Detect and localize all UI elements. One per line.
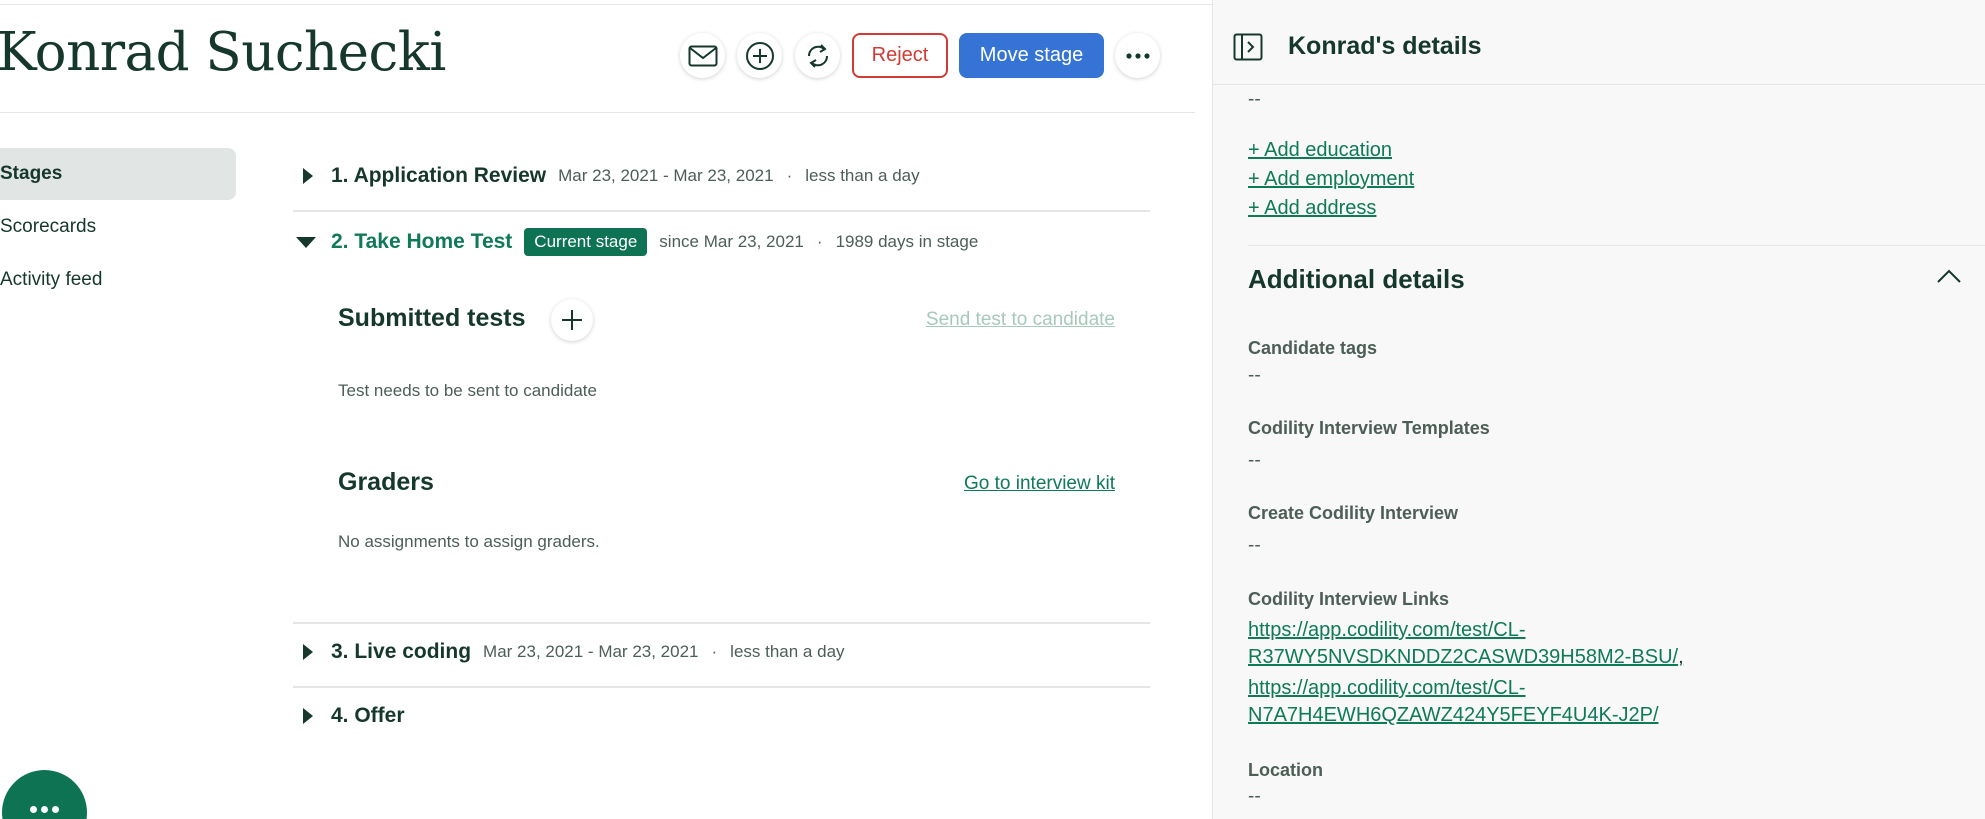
transfer-button[interactable] [795, 33, 840, 78]
interview-templates-label: Codility Interview Templates [1248, 418, 1490, 438]
mail-icon [688, 45, 717, 66]
chat-icon [28, 800, 61, 819]
nav-item-scorecards[interactable]: Scorecards [0, 201, 236, 253]
add-address-link[interactable]: + Add address [1248, 197, 1376, 220]
email-button[interactable] [680, 33, 725, 78]
details-panel-header: Konrad's details [1213, 5, 1985, 85]
add-test-button[interactable] [551, 299, 593, 341]
stage-dates: Mar 23, 2021 - Mar 23, 2021 [483, 642, 699, 661]
expand-stage-button[interactable] [293, 166, 319, 186]
more-icon [1125, 52, 1150, 59]
stage-row-live-coding: 3. Live coding Mar 23, 2021 - Mar 23, 20… [293, 640, 1149, 664]
graders-title: Graders [338, 468, 434, 496]
stage-duration: less than a day [730, 642, 845, 661]
send-test-link[interactable]: Send test to candidate [926, 309, 1115, 331]
stage-title[interactable]: 4. Offer [331, 704, 405, 728]
expand-stage-button[interactable] [293, 642, 319, 662]
stage-divider [293, 210, 1150, 212]
stage-title[interactable]: 3. Live coding [331, 640, 471, 664]
interview-templates-value: -- [1248, 450, 1261, 471]
submitted-tests-title: Submitted tests [338, 304, 526, 332]
add-education-link[interactable]: + Add education [1248, 139, 1392, 162]
stage-row-application-review: 1. Application Review Mar 23, 2021 - Mar… [293, 164, 1149, 188]
stage-row-offer: 4. Offer [293, 704, 1149, 728]
interview-link-2-line1: https://app.codility.com/test/CL- [1248, 677, 1526, 699]
panel-divider [1248, 245, 1985, 246]
caret-down-icon [296, 237, 316, 248]
nav-item-label: Activity feed [0, 269, 103, 290]
stage-title[interactable]: 2. Take Home Test [331, 230, 512, 254]
nav-item-label: Scorecards [0, 216, 97, 237]
candidate-main: Konrad Suchecki Reject Move stage Stages… [0, 0, 1212, 819]
stage-row-take-home-test: 2. Take Home Test Current stage since Ma… [293, 228, 1149, 256]
candidate-tags-label: Candidate tags [1248, 338, 1378, 358]
move-stage-button[interactable]: Move stage [959, 33, 1104, 78]
meta-separator: · [711, 642, 718, 661]
details-panel-title: Konrad's details [1288, 32, 1482, 60]
panel-collapse-icon[interactable] [1233, 33, 1263, 61]
current-stage-badge: Current stage [524, 228, 648, 256]
header-divider [0, 112, 1195, 113]
chat-button[interactable] [2, 770, 87, 819]
meta-separator: · [786, 166, 793, 185]
stage-title[interactable]: 1. Application Review [331, 164, 546, 188]
caret-right-icon [303, 644, 313, 660]
candidate-tags-value: -- [1248, 365, 1261, 386]
interview-link-1[interactable]: https://app.codility.com/test/CL- R37WY5… [1248, 619, 1684, 669]
graders-status-text: No assignments to assign graders. [338, 532, 600, 551]
previous-field-value: -- [1248, 89, 1261, 110]
refresh-icon [807, 43, 828, 68]
interview-link-2[interactable]: https://app.codility.com/test/CL- N7A7H4… [1248, 677, 1659, 727]
stage-dates: Mar 23, 2021 - Mar 23, 2021 [558, 166, 774, 185]
more-options-button[interactable] [1115, 33, 1160, 78]
stage-dates: since Mar 23, 2021 [659, 232, 804, 251]
stage-divider [293, 686, 1150, 688]
nav-item-label: Stages [0, 163, 63, 184]
caret-right-icon [303, 168, 313, 184]
plus-icon [562, 310, 582, 330]
chevron-up-icon[interactable] [1936, 267, 1962, 285]
reject-button[interactable]: Reject [852, 33, 948, 78]
stage-duration: less than a day [805, 166, 920, 185]
interview-links-label: Codility Interview Links [1248, 589, 1450, 609]
location-label: Location [1248, 760, 1323, 780]
nav-item-activity-feed[interactable]: Activity feed [0, 254, 236, 306]
create-interview-value: -- [1248, 535, 1261, 556]
meta-separator: · [816, 232, 823, 251]
caret-right-icon [303, 708, 313, 724]
interview-link-2-line2: N7A7H4EWH6QZAWZ424Y5FEYF4U4K-J2P/ [1248, 704, 1659, 726]
details-panel: Konrad's details -- + Add education + Ad… [1212, 0, 1985, 819]
plus-circle-icon [745, 41, 774, 70]
interview-kit-link[interactable]: Go to interview kit [964, 473, 1115, 495]
add-button[interactable] [737, 33, 782, 78]
stage-divider [293, 622, 1150, 624]
stage-duration: 1989 days in stage [835, 232, 979, 251]
additional-details-title: Additional details [1248, 264, 1465, 294]
test-status-text: Test needs to be sent to candidate [338, 381, 597, 400]
create-interview-label: Create Codility Interview [1248, 503, 1459, 523]
expand-stage-button[interactable] [293, 706, 319, 726]
candidate-name: Konrad Suchecki [0, 22, 446, 83]
link-separator: , [1678, 646, 1684, 668]
interview-link-1-line1: https://app.codility.com/test/CL- [1248, 619, 1526, 641]
collapse-stage-button[interactable] [293, 232, 319, 252]
nav-item-stages[interactable]: Stages [0, 148, 236, 200]
add-employment-link[interactable]: + Add employment [1248, 168, 1414, 191]
interview-link-1-line2: R37WY5NVSDKNDDZ2CASWD39H58M2-BSU/ [1248, 646, 1679, 668]
location-value: -- [1248, 786, 1261, 807]
